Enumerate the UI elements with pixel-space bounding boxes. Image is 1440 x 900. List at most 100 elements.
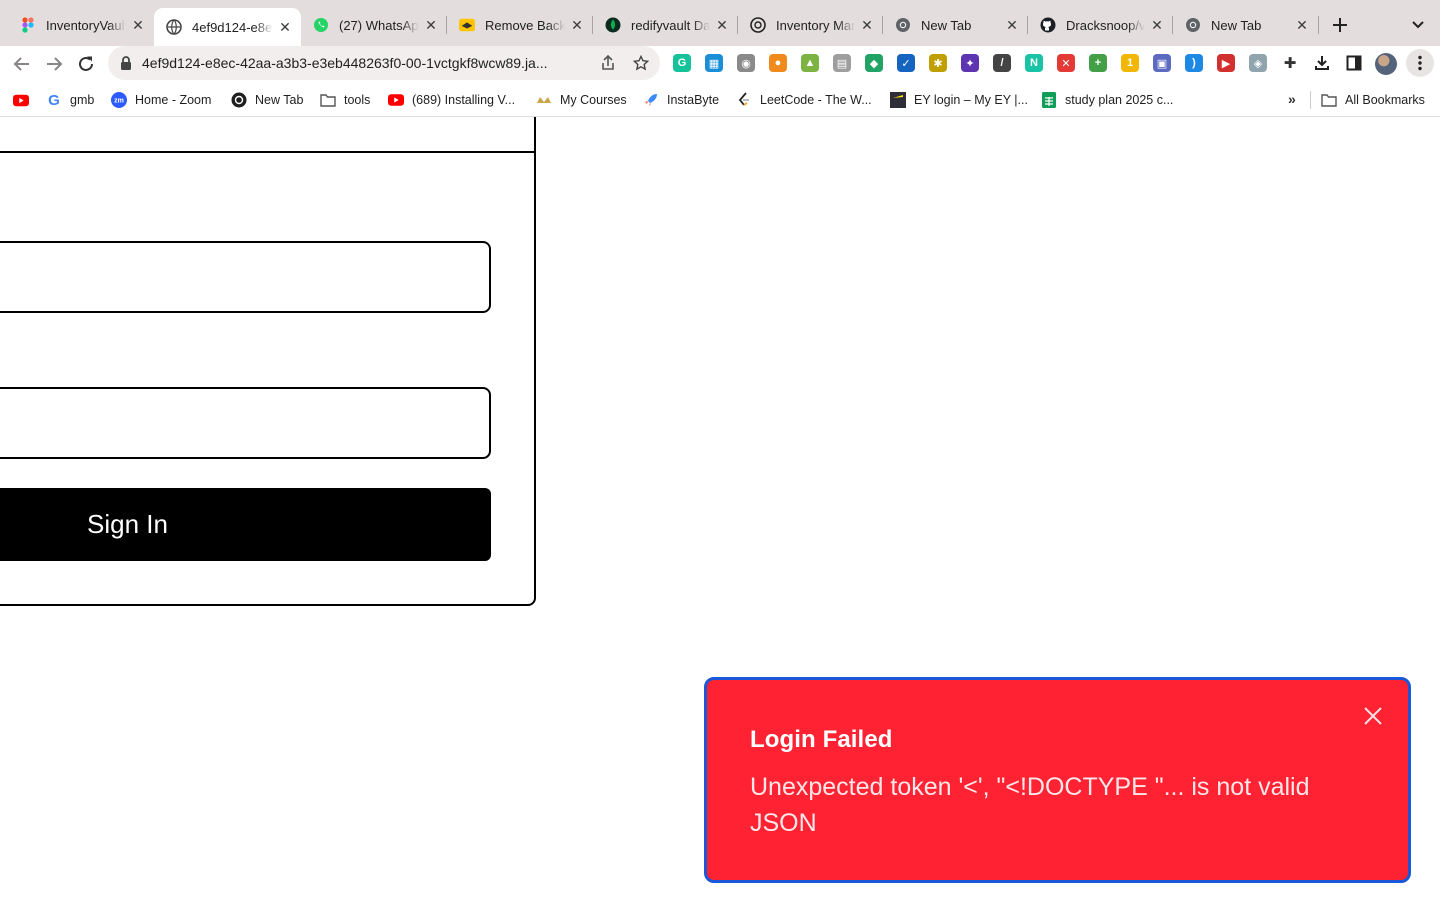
username-input[interactable] xyxy=(0,241,491,313)
tab-inventoryvault[interactable]: InventoryVault ✕ xyxy=(8,8,154,42)
share-icon[interactable] xyxy=(598,53,618,73)
camera-icon[interactable]: ◉ xyxy=(737,54,755,72)
whatsapp-icon xyxy=(313,17,329,33)
tab-strip: InventoryVault ✕ 4ef9d124-e8e ✕ (27) Wha… xyxy=(0,0,1440,46)
kebab-menu-icon[interactable] xyxy=(1406,49,1434,77)
bookmark-ey-login[interactable]: EY login – My EY |... xyxy=(890,90,1028,110)
bookmark-label: LeetCode - The W... xyxy=(760,93,872,107)
close-icon[interactable]: ✕ xyxy=(126,13,150,37)
reader-extension-icon[interactable]: ▦ xyxy=(705,54,723,72)
wave-extension-icon[interactable]: ) xyxy=(1185,54,1203,72)
lock-icon[interactable] xyxy=(120,56,132,75)
reload-icon[interactable] xyxy=(71,49,101,79)
folder-icon xyxy=(1321,92,1337,108)
bookmark-new-tab[interactable]: New Tab xyxy=(231,90,303,110)
bookmark-star-icon[interactable] xyxy=(631,53,651,73)
bookmark-leetcode[interactable]: LeetCode - The W... xyxy=(736,90,872,110)
video-extension-icon[interactable]: ▶ xyxy=(1217,54,1235,72)
pen-icon[interactable]: / xyxy=(993,54,1011,72)
star-extension-icon[interactable]: ✦ xyxy=(961,54,979,72)
all-bookmarks-button[interactable]: All Bookmarks xyxy=(1321,90,1425,110)
error-toast: Login Failed Unexpected token '<', "<!DO… xyxy=(704,677,1411,883)
tab-active-replit[interactable]: 4ef9d124-e8e ✕ xyxy=(154,8,301,46)
download-icon[interactable] xyxy=(1313,54,1331,72)
number-one-extension-icon[interactable]: 1 xyxy=(1121,54,1139,72)
tab-mongodb[interactable]: redifyvault Dat ✕ xyxy=(593,8,738,42)
close-icon[interactable]: ✕ xyxy=(1290,13,1314,37)
close-icon[interactable]: ✕ xyxy=(855,13,879,37)
bookmark-label: EY login – My EY |... xyxy=(914,93,1028,107)
github-icon xyxy=(1040,17,1056,33)
side-panel-icon[interactable] xyxy=(1345,54,1363,72)
leetcode-icon xyxy=(736,92,752,108)
tab-new-tab-2[interactable]: New Tab ✕ xyxy=(1173,8,1318,42)
close-icon[interactable]: ✕ xyxy=(1145,13,1169,37)
chatgpt-icon xyxy=(231,92,247,108)
ai-assistant-icon[interactable]: ◆ xyxy=(865,54,883,72)
tab-remove-background[interactable]: Remove Backg ✕ xyxy=(447,8,593,42)
bookmark-installing-video[interactable]: (689) Installing V... xyxy=(388,90,515,110)
color-picker-icon[interactable]: ● xyxy=(769,54,787,72)
plus-extension-icon[interactable]: + xyxy=(1089,54,1107,72)
forward-arrow-icon[interactable] xyxy=(39,49,69,79)
bookmark-label: gmb xyxy=(70,93,95,107)
close-icon[interactable]: ✕ xyxy=(1000,13,1024,37)
address-bar[interactable]: 4ef9d124-e8ec-42aa-a3b3-e3eb448263f0-00-… xyxy=(108,46,660,80)
bookmark-label: All Bookmarks xyxy=(1345,93,1425,107)
bookmark-gmb[interactable]: G gmb xyxy=(46,90,94,110)
extensions-puzzle-icon[interactable]: ✚ xyxy=(1281,54,1299,72)
grammarly-icon[interactable]: G xyxy=(673,54,691,72)
bookmark-instabyte[interactable]: InstaByte xyxy=(643,90,719,110)
notion-n-icon[interactable]: N xyxy=(1025,54,1043,72)
youtube-icon xyxy=(13,92,29,108)
bookmark-study-plan[interactable]: study plan 2025 c... xyxy=(1041,90,1173,110)
youtube-icon xyxy=(388,92,404,108)
shield-extension-icon[interactable]: ◈ xyxy=(1249,54,1267,72)
tab-inventory-management[interactable]: Inventory Man ✕ xyxy=(738,8,883,42)
bookmark-label: study plan 2025 c... xyxy=(1065,93,1174,107)
sheets-icon xyxy=(1041,92,1057,108)
password-input[interactable] xyxy=(0,387,491,459)
browser-toolbar: 4ef9d124-e8ec-42aa-a3b3-e3eb448263f0-00-… xyxy=(0,46,1440,82)
bookmark-my-courses[interactable]: My Courses xyxy=(536,90,627,110)
bookmark-label: My Courses xyxy=(560,93,627,107)
tab-separator xyxy=(1318,16,1319,34)
profile-avatar[interactable] xyxy=(1375,53,1397,75)
tab-new-tab-1[interactable]: New Tab ✕ xyxy=(883,8,1028,42)
sign-in-label: Sign In xyxy=(87,509,168,539)
bookmarks-overflow-chevron-icon[interactable]: » xyxy=(1288,91,1296,107)
toast-close-icon[interactable] xyxy=(1359,702,1387,730)
tab-title: New Tab xyxy=(1211,17,1262,33)
back-arrow-icon[interactable] xyxy=(7,49,37,79)
sign-in-button[interactable]: Sign In xyxy=(0,488,491,561)
bookmark-label: (689) Installing V... xyxy=(412,93,516,107)
tab-title: redifyvault Dat xyxy=(631,17,710,33)
mongodb-icon xyxy=(605,17,621,33)
tab-title: Remove Backg xyxy=(485,17,565,33)
rocket-icon xyxy=(643,92,659,108)
checkmark-extension-icon[interactable]: ✓ xyxy=(897,54,915,72)
close-icon[interactable]: ✕ xyxy=(419,13,443,37)
url-text[interactable]: 4ef9d124-e8ec-42aa-a3b3-e3eb448263f0-00-… xyxy=(142,55,594,71)
chrome-icon xyxy=(1185,17,1201,33)
bookmark-youtube[interactable] xyxy=(13,90,37,110)
card-header-divider xyxy=(0,151,536,153)
tab-github[interactable]: Dracksnoop/v ✕ xyxy=(1028,8,1173,42)
bookmark-zoom[interactable]: zm Home - Zoom xyxy=(111,90,211,110)
close-icon[interactable]: ✕ xyxy=(710,13,734,37)
picture-extension-icon[interactable]: ▣ xyxy=(1153,54,1171,72)
close-icon[interactable]: ✕ xyxy=(273,15,297,39)
toast-title: Login Failed xyxy=(750,726,893,753)
chatgpt-icon xyxy=(750,17,766,33)
close-icon[interactable]: ✕ xyxy=(565,13,589,37)
bookmark-folder-tools[interactable]: tools xyxy=(320,90,370,110)
tab-title: Dracksnoop/v xyxy=(1066,17,1145,33)
reading-list-icon[interactable]: ▤ xyxy=(833,54,851,72)
close-x-extension-icon[interactable]: ✕ xyxy=(1057,54,1075,72)
tab-search-chevron-icon[interactable] xyxy=(1404,12,1432,38)
tab-whatsapp[interactable]: (27) WhatsApp ✕ xyxy=(301,8,447,42)
new-tab-plus-icon[interactable] xyxy=(1326,11,1354,39)
bug-extension-icon[interactable]: ✱ xyxy=(929,54,947,72)
bookmark-label: InstaByte xyxy=(667,93,720,107)
landscape-extension-icon[interactable]: ▲ xyxy=(801,54,819,72)
